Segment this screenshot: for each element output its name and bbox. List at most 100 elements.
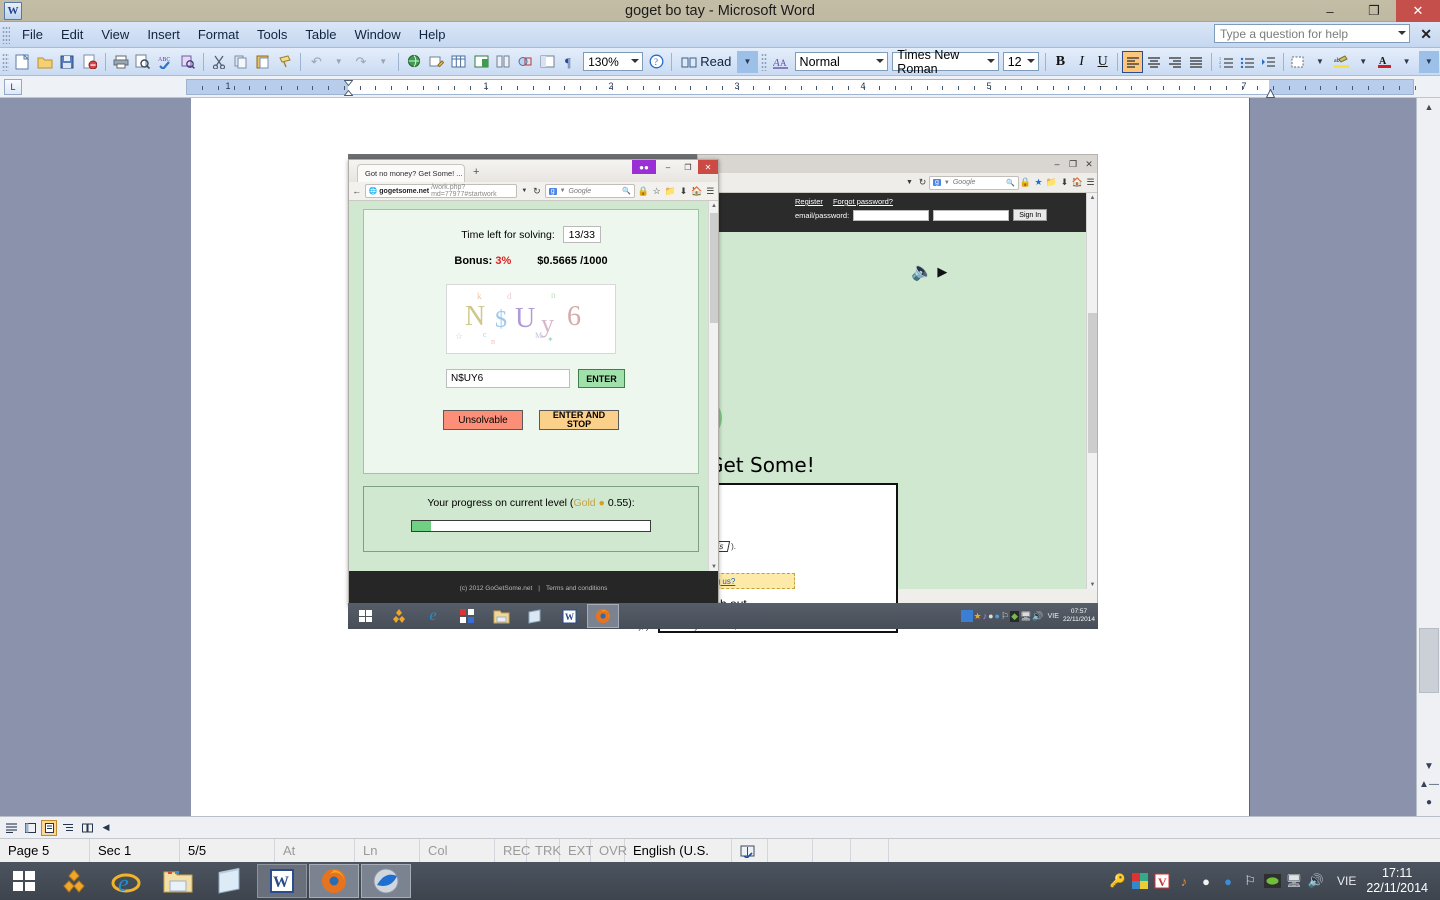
menubar-grip-icon[interactable]: [2, 25, 10, 44]
show-formatting-icon[interactable]: ¶: [560, 51, 580, 73]
inner-tb-file-explorer[interactable]: [485, 604, 517, 628]
undo-dropdown-icon[interactable]: ▼: [329, 51, 349, 73]
captcha-close-button[interactable]: ✕: [698, 160, 718, 174]
borders-button[interactable]: [1288, 51, 1309, 73]
styles-and-formatting-icon[interactable]: AA: [771, 51, 791, 73]
tb-item-internet-explorer[interactable]: e: [101, 864, 151, 898]
bg-library-icon[interactable]: 📁: [1045, 176, 1058, 189]
menu-window[interactable]: Window: [345, 24, 409, 45]
align-left-button[interactable]: [1122, 50, 1144, 73]
previous-page-icon[interactable]: ▲—: [1417, 776, 1440, 793]
insert-table-icon[interactable]: [449, 51, 469, 73]
password-field[interactable]: [933, 209, 1010, 221]
cut-icon[interactable]: [208, 51, 228, 73]
toolbar-grip-icon[interactable]: [2, 52, 9, 71]
menu-insert[interactable]: Insert: [138, 24, 189, 45]
help-icon[interactable]: ?: [646, 51, 666, 73]
addon-icon[interactable]: 🔒: [638, 185, 649, 198]
inner-tray-volume-icon[interactable]: 🔊: [1032, 611, 1043, 622]
chevron-down-icon[interactable]: [1398, 31, 1406, 35]
font-combo[interactable]: Times New Roman: [892, 48, 999, 76]
bg-addon-icon[interactable]: 🔒: [1019, 176, 1032, 189]
unsolvable-button[interactable]: Unsolvable: [443, 410, 523, 430]
highlight-dropdown-icon[interactable]: ▼: [1353, 51, 1373, 73]
bg-scroll-thumb[interactable]: [1088, 313, 1097, 453]
tb-item-file-explorer[interactable]: [153, 864, 203, 898]
captcha-page-content[interactable]: Time left for solving: 13/33 Bonus: 3% $…: [349, 201, 718, 571]
drawing-icon[interactable]: [515, 51, 535, 73]
back-arrow-icon[interactable]: ←: [352, 185, 362, 198]
tray-network-icon[interactable]: 🖥: [1283, 870, 1305, 892]
word-ruler[interactable]: L 1 1 2 3 4 5 7: [0, 76, 1440, 98]
new-tab-button[interactable]: +: [473, 166, 479, 178]
align-center-button[interactable]: [1143, 51, 1164, 73]
read-button[interactable]: Read: [676, 54, 736, 69]
tb-item-firefox[interactable]: [309, 864, 359, 898]
chevron-down-icon[interactable]: [876, 59, 885, 63]
minimize-button[interactable]: –: [1308, 0, 1352, 22]
tray-colorful-icon[interactable]: [1129, 870, 1151, 892]
increase-indent-button[interactable]: [1258, 51, 1279, 73]
menu-view[interactable]: View: [92, 24, 138, 45]
numbered-list-button[interactable]: 123: [1216, 51, 1237, 73]
web-layout-view-button[interactable]: [22, 820, 38, 836]
left-indent-marker[interactable]: [343, 80, 354, 96]
inner-tb-unikey[interactable]: [451, 604, 483, 628]
addon-badge-icon[interactable]: ●●: [632, 160, 656, 174]
underline-button[interactable]: U: [1092, 51, 1113, 73]
tb-item-notepad[interactable]: [205, 864, 255, 898]
email-field[interactable]: [853, 209, 930, 221]
undo-icon[interactable]: ↶: [306, 51, 326, 73]
bg-reload-icon[interactable]: ↻: [916, 176, 929, 189]
play-icon[interactable]: ▶: [937, 264, 947, 280]
bg-vertical-scrollbar[interactable]: ▲ ▼: [1086, 193, 1097, 589]
horizontal-ruler-strip[interactable]: 1 1 2 3 4 5 7: [186, 79, 1416, 98]
permission-icon[interactable]: [80, 51, 100, 73]
forgot-password-link[interactable]: Forgot password?: [833, 197, 893, 206]
bold-button[interactable]: B: [1050, 51, 1071, 73]
insert-excel-sheet-icon[interactable]: [471, 51, 491, 73]
downloads-icon[interactable]: ⬇: [679, 185, 689, 198]
spelling-check-icon[interactable]: ABC: [155, 51, 175, 73]
chevron-down-icon[interactable]: [631, 59, 640, 63]
help-search-input[interactable]: Type a question for help: [1214, 24, 1410, 43]
inner-tb-internet-explorer[interactable]: e: [417, 604, 449, 628]
captcha-minimize-button[interactable]: –: [658, 160, 678, 174]
horizontal-scroll-track[interactable]: [115, 817, 1416, 839]
enter-and-stop-button[interactable]: ENTER AND STOP: [539, 410, 619, 430]
vertical-scrollbar[interactable]: ▲ ▼ ▲— ● ▼—: [1416, 98, 1440, 825]
sign-in-button[interactable]: Sign In: [1013, 209, 1048, 221]
chevron-down-icon[interactable]: [986, 59, 995, 63]
reload-icon[interactable]: ↻: [532, 185, 542, 198]
menu-help[interactable]: Help: [410, 24, 455, 45]
bookmark-star-icon[interactable]: ☆: [652, 185, 662, 198]
tray-panda-icon[interactable]: ●: [1195, 870, 1217, 892]
bg-downloads-icon[interactable]: ⬇: [1058, 176, 1071, 189]
bg-sound-controls[interactable]: 🔈 ▶: [911, 261, 947, 282]
italic-button[interactable]: I: [1071, 51, 1092, 73]
bg-dropdown-icon[interactable]: ▼: [903, 176, 916, 189]
captcha-scroll-thumb[interactable]: [710, 213, 718, 323]
captcha-scroll-down-icon[interactable]: ▼: [709, 562, 718, 571]
inner-tray-music-icon[interactable]: ♪: [983, 611, 988, 621]
print-icon[interactable]: [111, 51, 131, 73]
inner-tb-kmplayer[interactable]: [383, 604, 415, 628]
format-toolbar-grip-icon[interactable]: [760, 52, 768, 71]
status-trk[interactable]: TRK: [527, 838, 561, 863]
inner-tray-language[interactable]: VIE: [1045, 613, 1062, 620]
bg-scroll-up-icon[interactable]: ▲: [1087, 193, 1098, 202]
browser-tab[interactable]: Got no money? Get Some! ... ✕: [357, 164, 465, 182]
captcha-maximize-button[interactable]: ❐: [678, 160, 698, 174]
menu-table[interactable]: Table: [296, 24, 345, 45]
background-browser-window[interactable]: – ❐ ✕ ▼ ↻ g ▼ Google 🔍 🔒 ★ 📁 ⬇ 🏠 ☰ Regis…: [630, 154, 1098, 633]
normal-view-button[interactable]: [3, 820, 19, 836]
embedded-screenshot-image[interactable]: – ❐ ✕ ▼ ↻ g ▼ Google 🔍 🔒 ★ 📁 ⬇ 🏠 ☰ Regis…: [348, 154, 1098, 633]
restore-button[interactable]: ❐: [1352, 0, 1396, 22]
tray-key-icon[interactable]: 🔑: [1107, 870, 1129, 892]
tray-v-icon[interactable]: V: [1151, 870, 1173, 892]
document-map-icon[interactable]: [538, 51, 558, 73]
captcha-navbar[interactable]: ← 🌐 gogetsome.net /work.php?md=77977#sta…: [349, 182, 718, 201]
inner-tray-ie-icon[interactable]: [960, 610, 973, 622]
inner-tray-panda-icon[interactable]: ●: [988, 611, 993, 621]
tb-item-coccoc[interactable]: [361, 864, 411, 898]
